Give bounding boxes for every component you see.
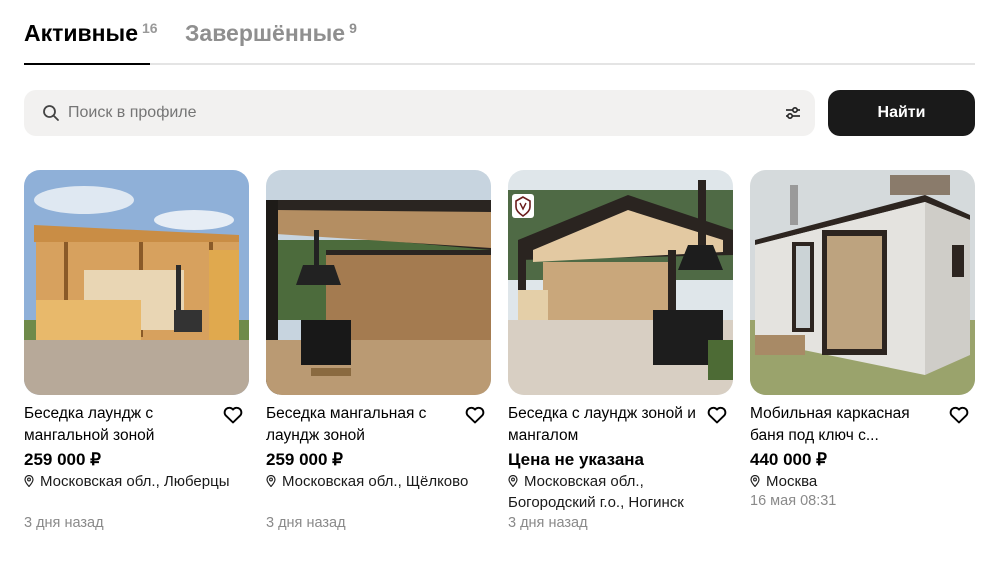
search-bar — [24, 90, 815, 136]
listing-title[interactable]: Беседка лаундж с мангальной зоной — [24, 403, 214, 447]
listing-card[interactable]: Беседка мангальная с лаундж зоной 259 00… — [266, 170, 491, 531]
tab-active-count: 16 — [142, 20, 158, 36]
active-tab-underline — [24, 63, 150, 65]
tabs-bar: Активные 16 Завершённые 9 — [24, 14, 975, 65]
listing-card[interactable]: Беседка с лаундж зоной и мангалом Цена н… — [508, 170, 733, 531]
listing-location-text: Москва — [766, 473, 818, 490]
tab-active[interactable]: Активные 16 — [24, 18, 158, 48]
listing-title[interactable]: Беседка с лаундж зоной и мангалом — [508, 403, 698, 447]
location-pin-icon — [24, 475, 34, 487]
listing-location: Московская обл., Люберцы — [24, 471, 249, 492]
heart-icon[interactable] — [465, 406, 485, 424]
filter-icon[interactable] — [785, 106, 801, 120]
listing-title[interactable]: Беседка мангальная с лаундж зоной — [266, 403, 456, 447]
listing-location: Москва — [750, 471, 975, 492]
tab-completed-label: Завершённые — [185, 20, 346, 46]
listing-location-text: Московская обл., Щёлково — [282, 473, 469, 490]
listing-photo[interactable] — [266, 170, 491, 395]
listing-date: 3 дня назад — [24, 515, 104, 531]
listing-date: 16 мая 08:31 — [750, 493, 837, 509]
listing-price: 259 000 ₽ — [24, 450, 101, 469]
listing-location-text: Московская обл., Богородский г.о., Ногин… — [508, 473, 684, 511]
listing-price: Цена не указана — [508, 450, 644, 469]
listing-location: Московская обл., Щёлково — [266, 471, 491, 492]
location-pin-icon — [508, 475, 518, 487]
listing-location-text: Московская обл., Люберцы — [40, 473, 230, 490]
listing-date: 3 дня назад — [266, 515, 346, 531]
heart-icon[interactable] — [949, 406, 969, 424]
seller-logo-icon — [512, 194, 534, 218]
tab-completed[interactable]: Завершённые 9 — [185, 18, 357, 48]
search-input[interactable] — [68, 90, 748, 136]
listing-price: 440 000 ₽ — [750, 450, 827, 469]
find-button[interactable]: Найти — [828, 90, 975, 136]
heart-icon[interactable] — [223, 406, 243, 424]
location-pin-icon — [750, 475, 760, 487]
listing-photo[interactable] — [508, 170, 733, 395]
listing-photo[interactable] — [24, 170, 249, 395]
tab-completed-count: 9 — [349, 20, 357, 36]
listing-photo[interactable] — [750, 170, 975, 395]
listing-location: Московская обл., Богородский г.о., Ногин… — [508, 471, 733, 513]
heart-icon[interactable] — [707, 406, 727, 424]
listing-card[interactable]: Мобильная каркасная баня под ключ с... 4… — [750, 170, 975, 509]
listing-title[interactable]: Мобильная каркасная баня под ключ с... — [750, 403, 940, 447]
search-icon — [43, 105, 59, 121]
tab-active-label: Активные — [24, 20, 138, 46]
location-pin-icon — [266, 475, 276, 487]
listing-card[interactable]: Беседка лаундж с мангальной зоной 259 00… — [24, 170, 249, 531]
listing-date: 3 дня назад — [508, 515, 588, 531]
listing-price: 259 000 ₽ — [266, 450, 343, 469]
